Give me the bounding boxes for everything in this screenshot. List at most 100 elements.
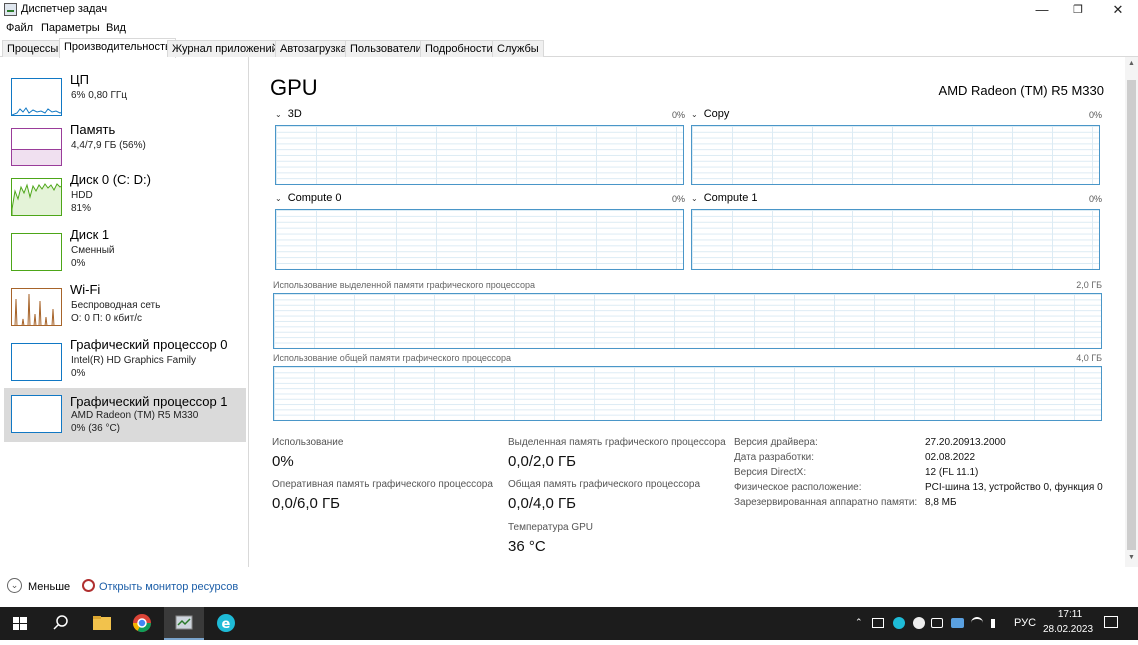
sidebar-item-gpu0[interactable]: Графический процессор 0 Intel(R) HD Grap… (4, 337, 246, 391)
shared-memory-stat-value: 0,0/4,0 ГБ (508, 495, 577, 512)
tab-app-history[interactable]: Журнал приложений (167, 40, 283, 57)
engine-compute0-selector[interactable]: ⌄ Compute 0 (275, 192, 342, 204)
tab-performance[interactable]: Производительность (59, 38, 176, 58)
clock-date[interactable]: 28.02.2023 (1043, 624, 1093, 635)
notifications-icon[interactable] (1104, 616, 1118, 628)
shared-memory-label: Использование общей памяти графического … (273, 353, 512, 363)
disk0-title: Диск 0 (C: D:) (70, 172, 151, 187)
sidebar-item-memory[interactable]: Память 4,4/7,9 ГБ (56%) (4, 122, 246, 176)
utilization-label: Использование (272, 437, 344, 448)
tray-teamviewer-icon[interactable] (951, 618, 964, 628)
gpu-temperature-value: 36 °C (508, 538, 546, 555)
scroll-up-icon[interactable]: ▲ (1126, 60, 1137, 71)
disk1-type: Сменный (71, 245, 115, 256)
scrollbar-thumb[interactable] (1127, 80, 1136, 550)
resource-monitor-icon (82, 579, 95, 592)
engine-compute1-pct: 0% (1088, 194, 1102, 204)
input-language[interactable]: РУС (1014, 617, 1036, 629)
scroll-down-icon[interactable]: ▼ (1126, 554, 1137, 565)
engine-copy-pct: 0% (1088, 110, 1102, 120)
tab-strip: Процессы Производительность Журнал прило… (0, 38, 1138, 58)
tray-device-icon[interactable] (931, 618, 943, 628)
dedicated-memory-max: 2,0 ГБ (1076, 280, 1102, 290)
start-button[interactable] (0, 607, 40, 640)
tab-processes[interactable]: Процессы (2, 40, 64, 57)
engine-compute0-graph (275, 209, 684, 270)
tab-services[interactable]: Службы (492, 40, 544, 57)
sidebar-item-gpu1[interactable]: Графический процессор 1 AMD Radeon (TM) … (4, 388, 246, 442)
ie-edge-icon: e (217, 614, 235, 632)
directx-version-label: Версия DirectX: (734, 467, 807, 478)
gpu-details-panel: GPU AMD Radeon (TM) R5 M330 ⌄ 3D 0% ⌄ Copy… (250, 57, 1125, 567)
sidebar-item-wifi[interactable]: Wi-Fi Беспроводная сеть О: 0 П: 0 кбит/с (4, 282, 246, 336)
dedicated-memory-stat-value: 0,0/2,0 ГБ (508, 453, 577, 470)
gpu1-usage: 0% (36 °C) (71, 423, 121, 434)
cpu-thumbnail (11, 78, 62, 116)
menu-options[interactable]: Параметры (41, 22, 100, 34)
engine-compute1-selector[interactable]: ⌄ Compute 1 (691, 192, 758, 204)
engine-copy-label: Copy (703, 108, 730, 120)
sidebar-item-cpu[interactable]: ЦП 6% 0,80 ГГц (4, 72, 246, 126)
resource-list: ЦП 6% 0,80 ГГц Память 4,4/7,9 ГБ (56%) Д… (0, 57, 249, 567)
window-title: Диспетчер задач (21, 3, 108, 15)
engine-compute0-label: Compute 0 (287, 192, 342, 204)
dedicated-memory-graph (273, 293, 1102, 349)
shared-memory-graph (273, 366, 1102, 421)
engine-copy-selector[interactable]: ⌄ Copy (691, 108, 729, 120)
chevron-down-icon: ⌄ (275, 110, 282, 119)
tray-ring-icon[interactable] (913, 617, 925, 629)
tab-users[interactable]: Пользователи (345, 40, 427, 57)
chevron-down-icon: ⌄ (275, 194, 282, 203)
driver-date-label: Дата разработки: (734, 452, 815, 463)
tray-app-icon[interactable] (872, 618, 884, 628)
gpu-temperature-label: Температура GPU (508, 522, 594, 533)
file-explorer-button[interactable] (82, 607, 122, 640)
page-title: GPU (270, 75, 318, 100)
search-icon (53, 615, 68, 630)
clock-time[interactable]: 17:11 (1052, 609, 1088, 620)
memory-usage: 4,4/7,9 ГБ (56%) (71, 140, 146, 151)
edge-button[interactable]: e (206, 607, 246, 640)
gpu1-model: AMD Radeon (TM) R5 M330 (71, 410, 199, 421)
fewer-details-link[interactable]: Меньше (28, 581, 70, 593)
tab-details[interactable]: Подробности (420, 40, 498, 57)
footer-bar: ⌄ Меньше Открыть монитор ресурсов (0, 574, 1138, 598)
volume-icon[interactable] (991, 619, 1001, 628)
engine-3d-selector[interactable]: ⌄ 3D (275, 108, 302, 120)
dedicated-memory-stat-label: Выделенная память графического процессор… (508, 437, 726, 448)
directx-version-value: 12 (FL 11.1) (925, 467, 979, 478)
engine-3d-pct: 0% (671, 110, 685, 120)
physical-location-label: Физическое расположение: (734, 482, 862, 493)
tab-startup[interactable]: Автозагрузка (275, 40, 352, 57)
gpu-memory-value: 0,0/6,0 ГБ (272, 495, 341, 512)
gpu0-title: Графический процессор 0 (70, 337, 228, 352)
sidebar-item-disk0[interactable]: Диск 0 (C: D:) HDD 81% (4, 172, 246, 226)
maximize-button[interactable]: ❐ (1060, 0, 1096, 20)
wifi-type: Беспроводная сеть (71, 300, 161, 311)
memory-thumbnail (11, 128, 62, 166)
engine-copy-graph (691, 125, 1100, 185)
menu-file[interactable]: Файл (6, 22, 33, 34)
task-manager-taskbar-button[interactable] (164, 607, 204, 640)
minimize-button[interactable]: — (1024, 0, 1060, 20)
cpu-title: ЦП (70, 72, 89, 87)
wifi-icon[interactable] (971, 617, 983, 629)
disk1-title: Диск 1 (70, 227, 110, 242)
sidebar-item-disk1[interactable]: Диск 1 Сменный 0% (4, 227, 246, 281)
show-hidden-icons-chevron-icon[interactable]: ⌃ (855, 617, 863, 628)
menu-view[interactable]: Вид (106, 22, 126, 34)
svg-text:e: e (222, 617, 231, 632)
disk0-usage: 81% (71, 203, 92, 214)
disk1-thumbnail (11, 233, 62, 271)
open-resource-monitor-link[interactable]: Открыть монитор ресурсов (99, 581, 238, 593)
chrome-button[interactable] (122, 607, 162, 640)
gpu0-usage: 0% (71, 368, 86, 379)
driver-date-value: 02.08.2022 (925, 452, 976, 463)
task-manager-icon (175, 615, 193, 630)
collapse-icon[interactable]: ⌄ (7, 578, 22, 593)
gpu-model-name: AMD Radeon (TM) R5 M330 (938, 83, 1104, 98)
close-button[interactable]: ✕ (1100, 0, 1136, 20)
search-button[interactable] (40, 607, 80, 640)
menu-bar: Файл Параметры Вид (0, 20, 1138, 38)
tray-ie-icon[interactable] (893, 617, 905, 629)
